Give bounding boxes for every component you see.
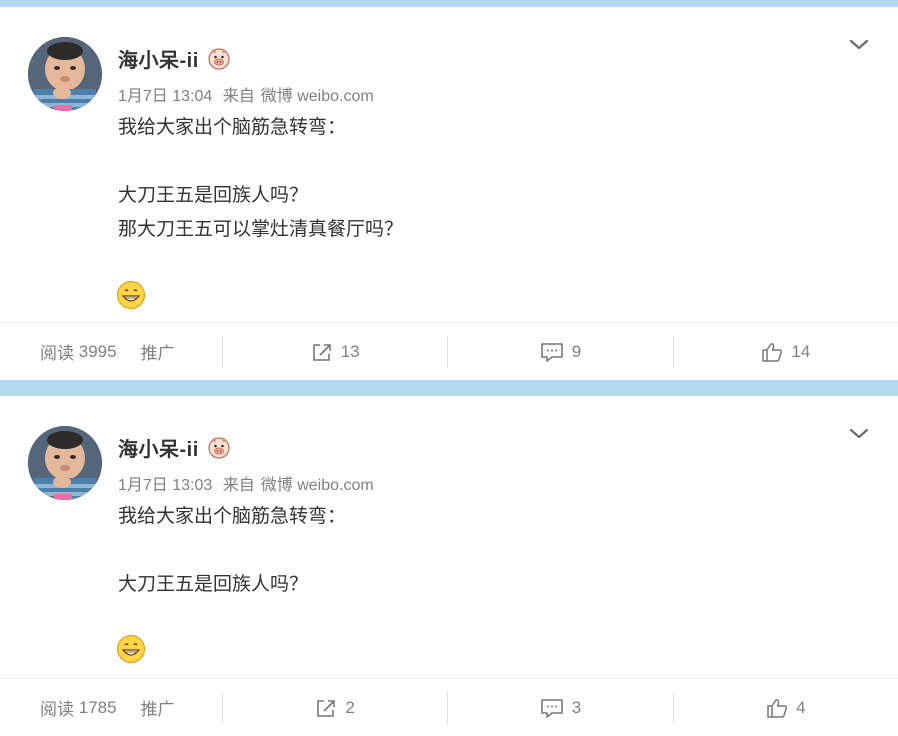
comment-icon [540, 342, 563, 362]
author-row: 海小呆-ii [118, 433, 231, 462]
avatar[interactable] [28, 37, 102, 111]
author-name[interactable]: 海小呆-ii [118, 44, 199, 73]
post-time[interactable]: 1月7日 13:04 [118, 88, 212, 105]
promote-link[interactable]: 推广 [141, 695, 175, 720]
avatar[interactable] [28, 426, 102, 500]
comment-count: 3 [571, 697, 582, 717]
thumbs-up-icon [762, 342, 783, 362]
share-button[interactable]: 13 [223, 342, 447, 362]
chevron-down-icon[interactable] [848, 426, 870, 442]
promote-link[interactable]: 推广 [141, 339, 175, 364]
post-source[interactable]: 微博 weibo.com [261, 477, 374, 494]
share-count: 13 [340, 341, 360, 361]
read-count: 3995 [78, 341, 117, 361]
pig-face-icon [208, 437, 230, 459]
read-count: 1785 [78, 697, 117, 717]
source-prefix: 来自 [222, 477, 255, 494]
post-meta: 1月7日 13:04 来自 微博 weibo.com [118, 82, 374, 106]
weibo-post: 海小呆-ii 1月7日 13:04 来自 微博 weibo.com 我给大家出个脑… [0, 7, 898, 380]
author-row: 海小呆-ii [118, 44, 231, 73]
read-label: 阅读 [40, 700, 74, 719]
post-text: 我给大家出个脑筋急转弯： 大刀王五是回族人吗？ 那大刀王五可以掌灶清真餐厅吗？ [118, 117, 404, 240]
post-actions-bar: 阅读 3995 推广 13 9 14 [0, 322, 898, 380]
share-count: 2 [345, 697, 355, 717]
author-name[interactable]: 海小呆-ii [118, 433, 199, 462]
grin-emoji-icon [116, 280, 146, 310]
grin-emoji-icon [116, 634, 146, 664]
thumbs-up-icon [767, 698, 788, 718]
comment-button[interactable]: 3 [448, 698, 672, 718]
stats-area: 阅读 1785 推广 [0, 695, 222, 720]
share-icon [312, 343, 331, 361]
post-meta: 1月7日 13:03 来自 微博 weibo.com [118, 471, 374, 495]
post-actions-bar: 阅读 1785 推广 2 3 4 [0, 678, 898, 736]
like-count: 14 [791, 341, 811, 361]
share-icon [317, 699, 336, 717]
weibo-post: 海小呆-ii 1月7日 13:03 来自 微博 weibo.com 我给大家出个脑… [0, 396, 898, 736]
comment-count: 9 [571, 341, 582, 361]
read-label: 阅读 [40, 344, 74, 363]
post-text: 我给大家出个脑筋急转弯： 大刀王五是回族人吗？ [118, 506, 347, 595]
source-prefix: 来自 [222, 88, 255, 105]
like-button[interactable]: 14 [674, 342, 898, 362]
weibo-feed: 海小呆-ii 1月7日 13:04 来自 微博 weibo.com 我给大家出个脑… [0, 0, 898, 736]
post-time[interactable]: 1月7日 13:03 [118, 477, 212, 494]
post-source[interactable]: 微博 weibo.com [261, 88, 374, 105]
stats-area: 阅读 3995 推广 [0, 339, 222, 364]
like-count: 4 [796, 697, 806, 717]
pig-face-icon [208, 48, 230, 70]
comment-icon [540, 698, 563, 718]
chevron-down-icon[interactable] [848, 37, 870, 53]
share-button[interactable]: 2 [223, 698, 447, 718]
like-button[interactable]: 4 [674, 698, 898, 718]
comment-button[interactable]: 9 [448, 342, 672, 362]
